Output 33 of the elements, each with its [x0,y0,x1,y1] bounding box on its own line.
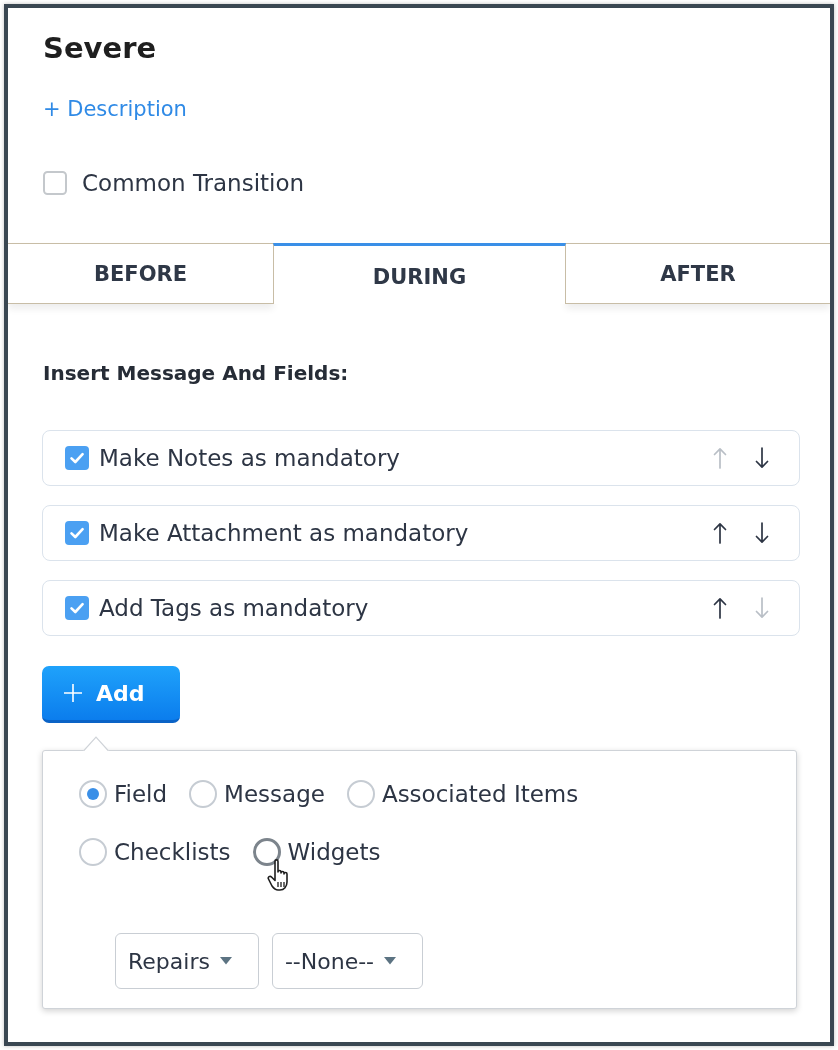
checkbox[interactable] [65,521,89,545]
checkbox-label: Common Transition [82,170,305,196]
add-description-link[interactable]: + Description [43,96,187,122]
radio-label: Field [114,781,168,807]
rule-label: Add Tags as mandatory [99,595,369,621]
plus-icon [64,684,82,702]
radio-label: Widgets [287,839,381,865]
radio-label: Message [224,781,325,807]
checkbox[interactable] [43,171,67,195]
arrow-down-icon[interactable] [755,447,769,469]
radio-label: Checklists [114,839,231,865]
caret-icon [384,957,397,965]
rule-label: Make Notes as mandatory [99,445,400,471]
checkbox[interactable] [65,596,89,620]
arrow-up-icon[interactable] [713,597,727,619]
arrow-down-icon[interactable] [755,522,769,544]
radio-button[interactable] [346,780,375,808]
radio-button[interactable] [79,780,107,808]
dropdown[interactable]: --None-- [271,933,424,989]
radio-label: Associated Items [381,781,579,807]
transition-title: Severe [43,30,157,66]
tab[interactable]: BEFORE [8,243,273,304]
section-title: Insert Message And Fields: [43,361,349,385]
radio-button[interactable] [189,780,218,808]
checkbox[interactable] [65,446,89,470]
tab[interactable]: DURING [273,243,566,304]
caret-icon [219,957,232,965]
dropdown[interactable]: Repairs [115,933,259,989]
tab[interactable]: AFTER [566,243,830,304]
arrow-up-icon[interactable] [713,522,727,544]
radio-button[interactable] [252,838,281,866]
rule-label: Make Attachment as mandatory [99,520,469,546]
radio-button[interactable] [79,838,107,866]
